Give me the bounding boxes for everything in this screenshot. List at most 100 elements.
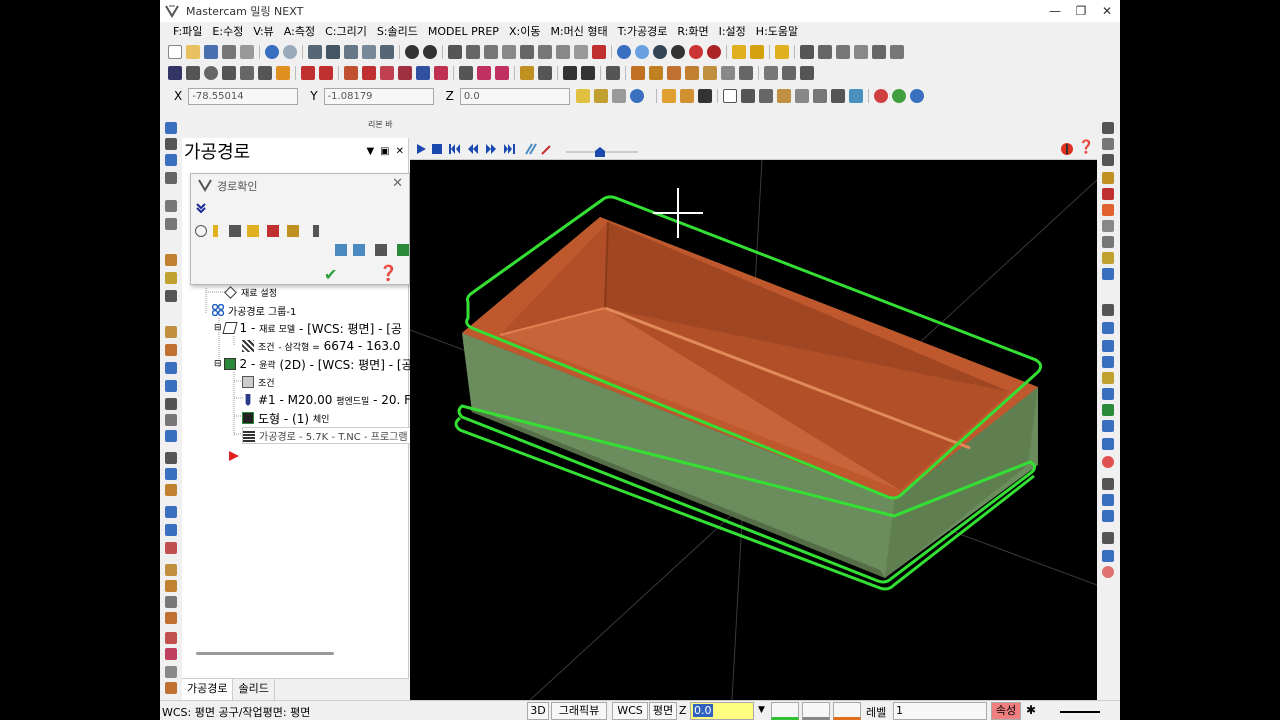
surface-color-button[interactable] bbox=[833, 702, 861, 720]
select-chain-icon[interactable] bbox=[836, 45, 850, 59]
solid-trim-icon[interactable] bbox=[782, 66, 796, 80]
line-icon[interactable] bbox=[186, 66, 200, 80]
graphics-viewport[interactable] bbox=[410, 160, 1097, 700]
rectangle-icon[interactable] bbox=[222, 66, 236, 80]
select-only-icon[interactable] bbox=[818, 45, 832, 59]
display-tool-icon[interactable] bbox=[213, 225, 218, 237]
select-recent-icon[interactable] bbox=[848, 89, 863, 103]
strip-surface-hsm-icon[interactable] bbox=[165, 362, 177, 374]
btn-wcs[interactable]: WCS bbox=[612, 702, 648, 720]
display-rapid-icon[interactable] bbox=[247, 225, 259, 237]
strip-trim-icon[interactable] bbox=[165, 452, 177, 464]
xform-rotate-icon[interactable] bbox=[362, 66, 376, 80]
strip-stock-icon[interactable] bbox=[165, 154, 177, 166]
project-icon[interactable] bbox=[477, 66, 491, 80]
menu-create[interactable]: C:그리기 bbox=[320, 22, 372, 42]
spline-icon[interactable] bbox=[258, 66, 272, 80]
strip-surface-rough-icon[interactable] bbox=[165, 326, 177, 338]
z-input[interactable]: 0.0 bbox=[459, 87, 570, 105]
step-forward-icon[interactable] bbox=[484, 142, 498, 156]
save-geometry-icon[interactable] bbox=[397, 244, 409, 256]
roll-icon[interactable] bbox=[495, 66, 509, 80]
wire-color-button[interactable] bbox=[771, 702, 799, 720]
strip-multiaxis-icon[interactable] bbox=[165, 380, 177, 392]
info-circle-icon[interactable] bbox=[909, 89, 924, 103]
strip-wireframe-icon[interactable] bbox=[165, 398, 177, 410]
note-icon[interactable] bbox=[538, 66, 552, 80]
menu-model-prep[interactable]: MODEL PREP bbox=[423, 22, 504, 42]
rstrip-rotate-icon[interactable] bbox=[1102, 494, 1114, 506]
zoom-window-icon[interactable] bbox=[326, 45, 340, 59]
view-dynamic-icon[interactable] bbox=[592, 45, 606, 59]
xform-offset-icon[interactable] bbox=[416, 66, 430, 80]
zoom-out-icon[interactable] bbox=[423, 45, 437, 59]
menu-settings[interactable]: I:설정 bbox=[714, 22, 751, 42]
trim-icon[interactable] bbox=[301, 66, 315, 80]
fast-point-icon[interactable] bbox=[575, 89, 590, 103]
minimize-icon[interactable]: — bbox=[1042, 0, 1068, 22]
menu-analyze[interactable]: A:측정 bbox=[279, 22, 320, 42]
panel-close-icon[interactable]: ✕ bbox=[396, 146, 404, 157]
tree-op2-geometry[interactable]: 도형 - (1) 체인 bbox=[242, 409, 329, 427]
analyze-distance-icon[interactable] bbox=[750, 45, 764, 59]
solid-color-button[interactable] bbox=[802, 702, 830, 720]
info-icon[interactable] bbox=[313, 225, 319, 237]
strip-settings-icon[interactable] bbox=[165, 666, 177, 678]
menu-xform[interactable]: X:이동 bbox=[504, 22, 545, 42]
shading-solid-icon[interactable] bbox=[635, 45, 649, 59]
rstrip-stop-icon[interactable] bbox=[1102, 566, 1114, 578]
panel-hscrollbar[interactable] bbox=[196, 652, 334, 655]
forward-end-icon[interactable] bbox=[502, 142, 516, 156]
strip-report-icon[interactable] bbox=[165, 682, 177, 694]
select-edge-icon[interactable] bbox=[794, 89, 809, 103]
solid-fillet-icon[interactable] bbox=[703, 66, 717, 80]
dialog-help-icon[interactable]: ❓ bbox=[379, 264, 398, 282]
rstrip-snap3-icon[interactable] bbox=[1102, 356, 1114, 368]
shading-hidden-icon[interactable] bbox=[653, 45, 667, 59]
rstrip-snap-icon[interactable] bbox=[1102, 322, 1114, 334]
expand-dialog-icon[interactable] bbox=[195, 202, 207, 214]
print-preview-icon[interactable] bbox=[240, 45, 254, 59]
point-style-icon[interactable]: ✱ bbox=[1026, 703, 1036, 717]
tree-op2-toolpath[interactable]: 가공경로 - 5.7K - T.NC - 프로그램 # 0 bbox=[242, 427, 434, 444]
select-face-icon[interactable] bbox=[776, 89, 791, 103]
solid-extrude-icon[interactable] bbox=[631, 66, 645, 80]
speed-slider-thumb-icon[interactable] bbox=[594, 146, 606, 158]
rstrip-snap5-icon[interactable] bbox=[1102, 388, 1114, 400]
rstrip-dim-icon[interactable] bbox=[1102, 154, 1114, 166]
status-z-input[interactable]: 0.0 bbox=[690, 702, 754, 720]
strip-fixture-icon[interactable] bbox=[165, 612, 177, 624]
display-holder-icon[interactable] bbox=[229, 225, 241, 237]
panel-dropdown-icon[interactable]: ▼ bbox=[366, 146, 374, 157]
shading-outline-icon[interactable] bbox=[671, 45, 685, 59]
strip-facing-icon[interactable] bbox=[165, 254, 177, 266]
select-verify-icon[interactable] bbox=[830, 89, 845, 103]
xform-mirror-icon[interactable] bbox=[380, 66, 394, 80]
horizontal-dim-icon[interactable] bbox=[563, 66, 577, 80]
zoom-in-icon[interactable] bbox=[405, 45, 419, 59]
strip-backplot-icon[interactable] bbox=[165, 468, 177, 480]
translate-icon[interactable] bbox=[459, 66, 473, 80]
undo-icon[interactable] bbox=[265, 45, 279, 59]
viewport-help-icon[interactable]: ❓ bbox=[1078, 140, 1094, 155]
strip-toggle-icon[interactable] bbox=[165, 542, 177, 554]
rstrip-stack-icon[interactable] bbox=[1102, 550, 1114, 562]
line-style-icon[interactable] bbox=[1060, 711, 1100, 713]
xform-scale-icon[interactable] bbox=[398, 66, 412, 80]
shading-wire-icon[interactable] bbox=[617, 45, 631, 59]
analyze-entity-icon[interactable] bbox=[732, 45, 746, 59]
redo-icon[interactable] bbox=[283, 45, 297, 59]
xform-move-icon[interactable] bbox=[344, 66, 358, 80]
rstrip-snap6-icon[interactable] bbox=[1102, 404, 1114, 416]
insert-arrow-icon[interactable] bbox=[228, 450, 240, 462]
tree-op-1[interactable]: ⊟ 1 - 재료 모델 - [WCS: 평면] - [공 bbox=[214, 319, 402, 337]
tool-mode-icon[interactable] bbox=[540, 142, 554, 156]
strip-slot-icon[interactable] bbox=[165, 272, 177, 284]
strip-thread-icon[interactable] bbox=[165, 290, 177, 302]
strip-transform-icon[interactable] bbox=[165, 414, 177, 426]
auto-cursor-icon[interactable] bbox=[593, 89, 608, 103]
view-left-icon[interactable] bbox=[556, 45, 570, 59]
select-body-icon[interactable] bbox=[812, 89, 827, 103]
menu-edit[interactable]: E:수정 bbox=[207, 22, 248, 42]
rstrip-snap2-icon[interactable] bbox=[1102, 340, 1114, 352]
